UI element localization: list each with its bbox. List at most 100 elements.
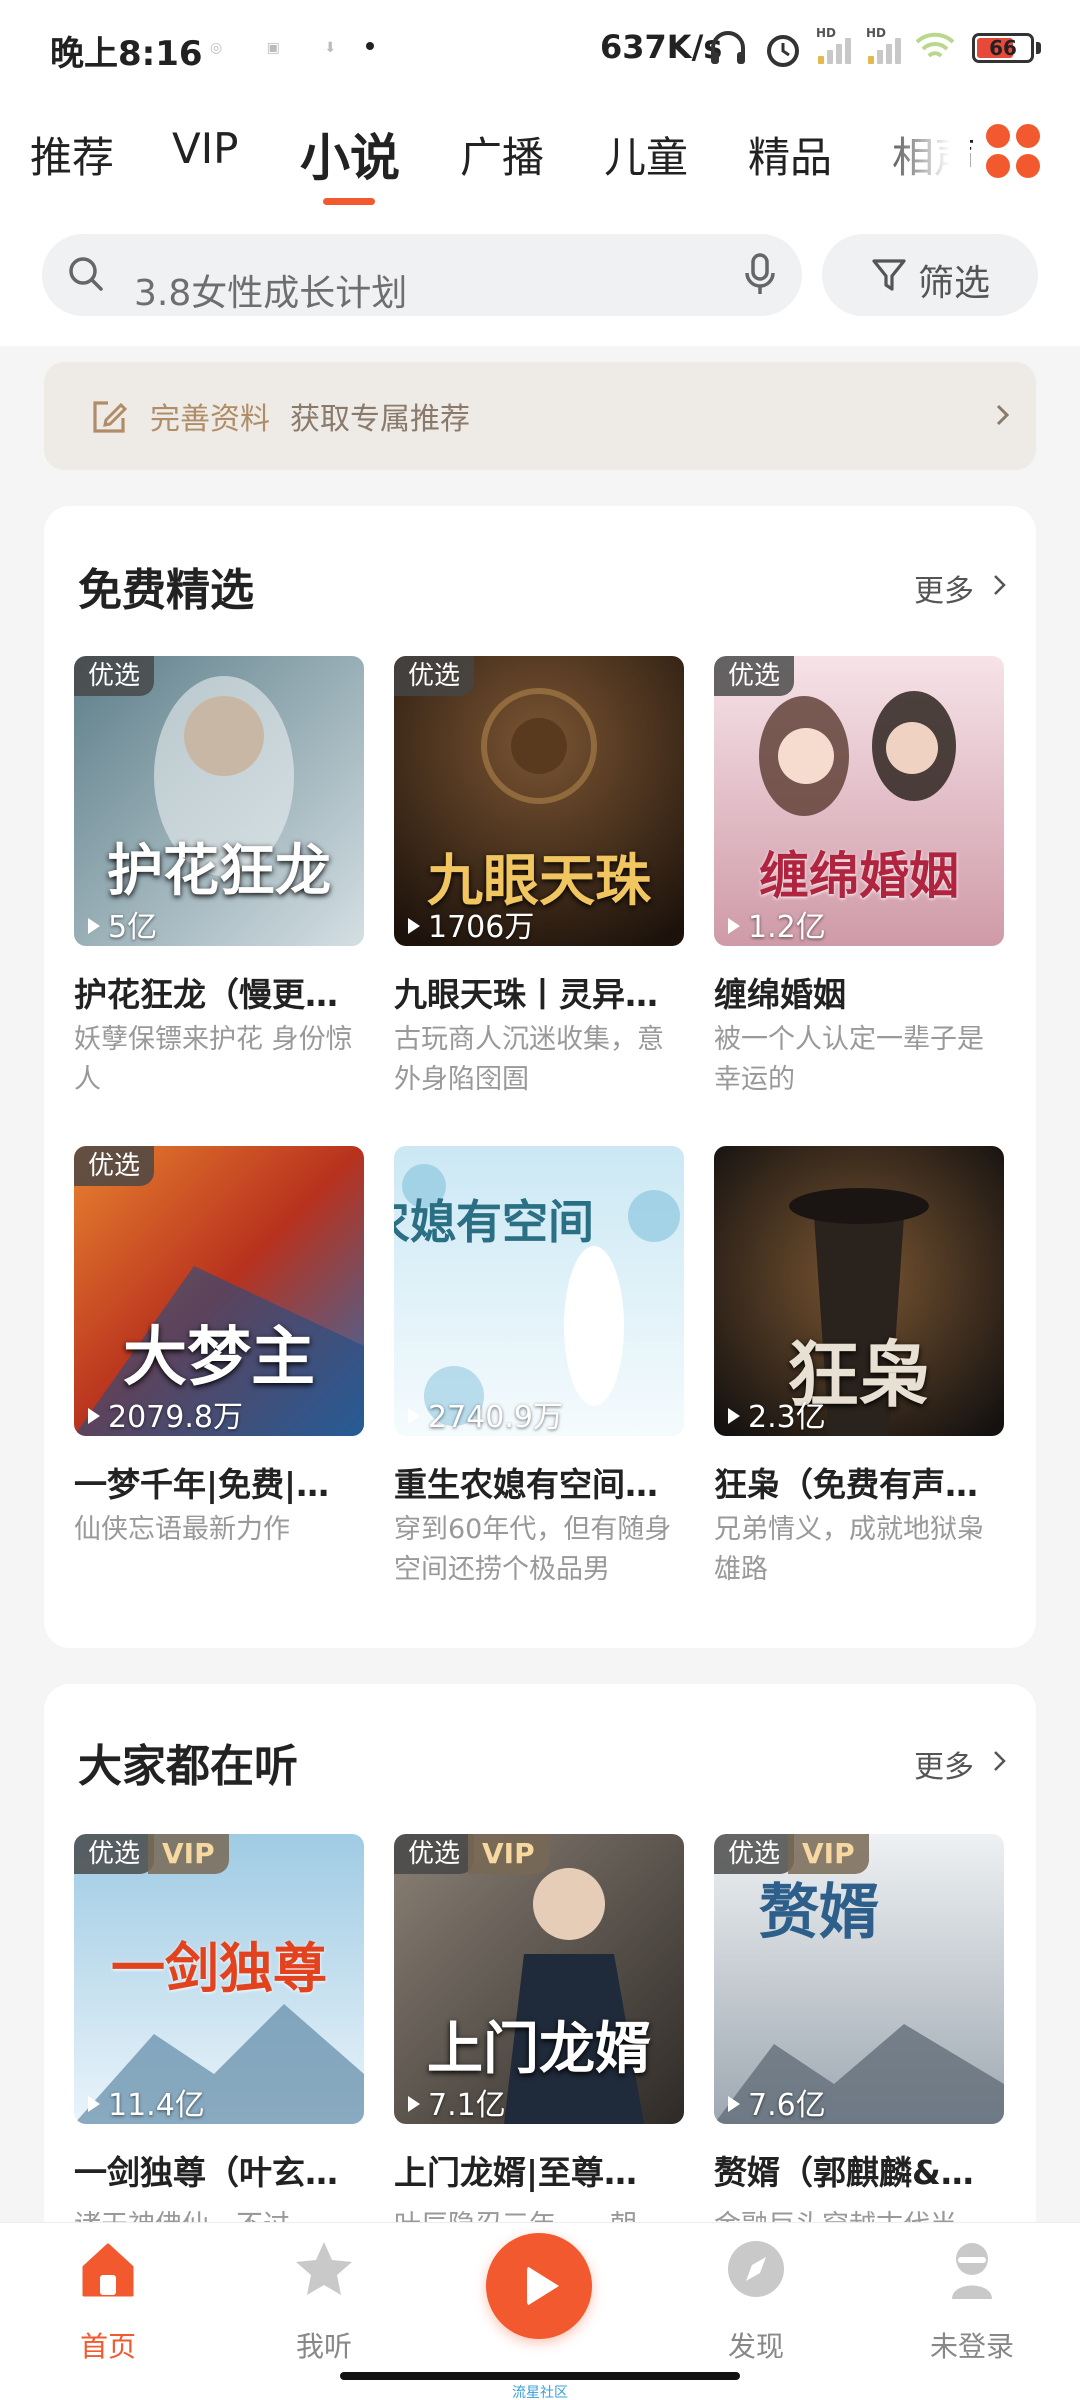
book-title: 上门龙婿|至尊… xyxy=(394,2153,638,2192)
search-input[interactable]: 3.8女性成长计划 xyxy=(42,234,802,316)
play-count: 7.6亿 xyxy=(728,2080,826,2124)
book-cover[interactable]: 上门龙婿 优选 VIP 7.1亿 xyxy=(394,1834,684,2124)
more-notifications-dot xyxy=(366,42,374,50)
book-cover[interactable]: 一剑独尊 优选 VIP 11.4亿 xyxy=(74,1834,364,2124)
section-title: 大家都在听 xyxy=(78,1741,298,1792)
book-cover[interactable]: 九眼天珠 优选 1706万 xyxy=(394,656,684,946)
nav-home[interactable]: 首页 xyxy=(28,2223,188,2363)
alarm-icon xyxy=(767,35,799,67)
play-count: 7.1亿 xyxy=(408,2080,506,2124)
play-count-icon xyxy=(88,2096,100,2112)
badge-vip: VIP xyxy=(788,1834,869,1874)
tab-novel[interactable]: 小说 xyxy=(300,118,400,190)
tab-vip[interactable]: VIP xyxy=(172,124,238,173)
more-link[interactable]: 更多 xyxy=(914,1742,974,1786)
play-count: 1.2亿 xyxy=(728,902,826,946)
filter-button[interactable]: 筛选 xyxy=(822,234,1038,316)
badge-preferred: 优选 xyxy=(74,1834,155,1874)
search-icon xyxy=(69,257,103,291)
cover-title: 农媳有空间 xyxy=(394,1195,594,1249)
edit-icon xyxy=(93,401,128,433)
play-button[interactable] xyxy=(486,2233,592,2339)
book-description: 兄弟情义，成就地狱枭雄路 xyxy=(714,1514,984,1585)
battery-tip xyxy=(1036,42,1041,54)
chevron-right-icon xyxy=(994,575,1006,595)
battery-icon: 66 xyxy=(972,33,1034,63)
compass-icon xyxy=(728,2241,784,2297)
play-count-value: 2079.8万 xyxy=(108,1400,243,1435)
home-icon xyxy=(82,2243,134,2297)
play-icon xyxy=(527,2266,559,2306)
complete-profile-label: 完善资料 xyxy=(150,402,270,437)
signal-2-icon xyxy=(868,34,904,64)
tab-broadcast[interactable]: 广播 xyxy=(460,124,544,185)
book-title: 重生农媳有空间… xyxy=(394,1465,658,1504)
play-count-value: 7.1亿 xyxy=(428,2088,506,2123)
book-description: 仙侠忘语最新力作 xyxy=(74,1514,290,1545)
book-description: 被一个人认定一辈子是幸运的 xyxy=(714,1024,984,1095)
book-cover[interactable]: 缠绵婚姻 优选 1.2亿 xyxy=(714,656,1004,946)
book-description: 穿到60年代，但有随身空间还捞个极品男 xyxy=(394,1514,672,1585)
book-title: 赘婿（郭麒麟&… xyxy=(714,2153,974,2192)
chevron-right-icon xyxy=(996,404,1010,426)
cover-title: 大梦主 xyxy=(123,1321,315,1395)
wifi-icon xyxy=(915,32,955,58)
play-count: 2079.8万 xyxy=(88,1392,243,1436)
badge-preferred: 优选 xyxy=(74,656,155,696)
complete-profile-banner[interactable]: 完善资料 获取专属推荐 xyxy=(44,362,1036,470)
profile-icon xyxy=(952,2243,992,2299)
category-tabs: 推荐 VIP 小说 广播 儿童 精品 相声 xyxy=(0,96,1080,220)
category-grid-icon[interactable] xyxy=(986,124,1042,180)
book-title: 缠绵婚姻 xyxy=(714,975,846,1014)
book-title: 狂枭（免费有声… xyxy=(714,1465,978,1504)
play-count-value: 1.2亿 xyxy=(748,910,826,945)
nav-profile[interactable]: 未登录 xyxy=(892,2223,1052,2363)
book-cover[interactable]: 大梦主 优选 2079.8万 xyxy=(74,1146,364,1436)
play-count: 11.4亿 xyxy=(88,2080,205,2124)
play-count-icon xyxy=(408,918,420,934)
play-count-icon xyxy=(88,918,100,934)
more-link[interactable]: 更多 xyxy=(914,566,974,610)
book-title: 护花狂龙（慢更… xyxy=(74,975,338,1014)
play-count-value: 11.4亿 xyxy=(108,2088,205,2123)
microphone-icon[interactable] xyxy=(740,252,780,298)
badge-preferred: 优选 xyxy=(714,1834,795,1874)
play-count-value: 1706万 xyxy=(428,910,535,945)
play-count: 2740.9万 xyxy=(408,1392,563,1436)
book-title: 九眼天珠丨灵异… xyxy=(394,975,658,1014)
badge-preferred: 优选 xyxy=(714,656,795,696)
play-count-icon xyxy=(728,918,740,934)
book-description: 妖孽保镖来护花 身份惊人 xyxy=(74,1024,353,1095)
play-count-icon xyxy=(728,2096,740,2112)
cover-title: 护花狂龙 xyxy=(107,839,331,904)
search-placeholder: 3.8女性成长计划 xyxy=(134,273,408,314)
search-row: 3.8女性成长计划 筛选 xyxy=(0,220,1080,346)
cover-title: 赘婿 xyxy=(759,1878,879,1948)
book-title: 一剑独尊（叶玄… xyxy=(74,2153,338,2192)
nav-discover[interactable]: 发现 xyxy=(676,2223,836,2363)
headphones-icon xyxy=(711,31,745,64)
book-cover[interactable]: 护花狂龙 优选 5亿 xyxy=(74,656,364,946)
tab-scroll-fade xyxy=(870,96,970,220)
tab-premium[interactable]: 精品 xyxy=(748,124,832,185)
active-tab-indicator xyxy=(323,198,375,205)
play-count-value: 2740.9万 xyxy=(428,1400,563,1435)
play-count: 5亿 xyxy=(88,902,157,946)
book-cover[interactable]: 狂枭 2.3亿 xyxy=(714,1146,1004,1436)
cover-title: 上门龙婿 xyxy=(427,2017,651,2082)
cover-title: 一剑独尊 xyxy=(111,1937,327,2000)
chevron-right-icon xyxy=(994,1751,1006,1771)
play-count-icon xyxy=(728,1408,740,1424)
book-cover[interactable]: 赘婿 优选 VIP 7.6亿 xyxy=(714,1834,1004,2124)
play-count: 2.3亿 xyxy=(728,1392,826,1436)
home-indicator[interactable] xyxy=(340,2372,740,2380)
filter-icon xyxy=(872,259,906,291)
nav-my-listening[interactable]: 我听 xyxy=(244,2223,404,2363)
nav-label: 未登录 xyxy=(929,2330,1014,2363)
star-icon xyxy=(296,2242,352,2295)
tab-children[interactable]: 儿童 xyxy=(604,124,688,185)
notification-icons: ◎ ▣ ⬇ xyxy=(210,40,357,56)
book-cover[interactable]: 农媳有空间 2740.9万 xyxy=(394,1146,684,1436)
play-count-value: 5亿 xyxy=(108,910,158,945)
tab-recommend[interactable]: 推荐 xyxy=(30,124,114,185)
